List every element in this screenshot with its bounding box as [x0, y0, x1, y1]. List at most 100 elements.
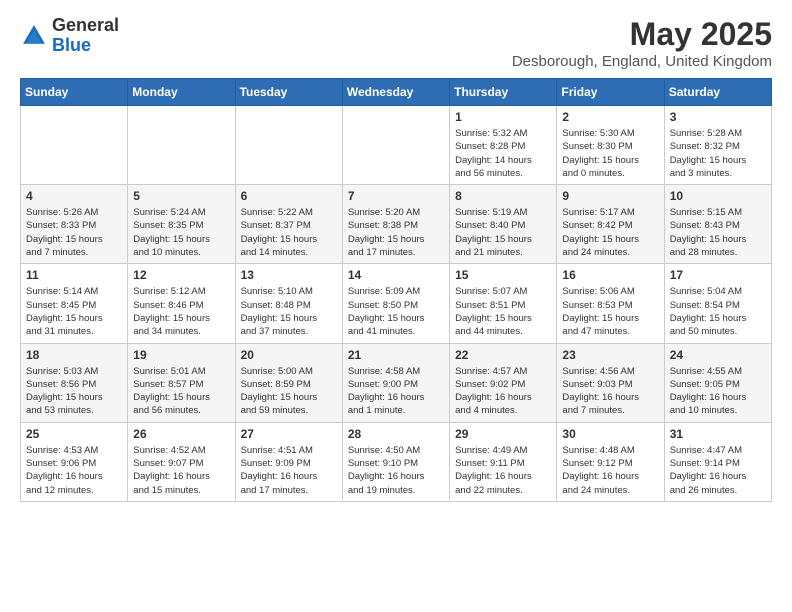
cell-info-line: Sunrise: 5:01 AM — [133, 366, 205, 377]
cell-info-line: Sunrise: 5:32 AM — [455, 128, 527, 139]
day-number: 19 — [133, 348, 229, 362]
calendar-cell: 2Sunrise: 5:30 AMSunset: 8:30 PMDaylight… — [557, 106, 664, 185]
calendar-cell: 26Sunrise: 4:52 AMSunset: 9:07 PMDayligh… — [128, 422, 235, 501]
cell-info-line: Daylight: 15 hours — [26, 392, 103, 403]
cell-info-line: and 19 minutes. — [348, 485, 416, 496]
day-number: 14 — [348, 268, 444, 282]
cell-info-line: Sunrise: 5:20 AM — [348, 207, 420, 218]
cell-info: Sunrise: 4:53 AMSunset: 9:06 PMDaylight:… — [26, 444, 122, 497]
cell-info-line: Sunrise: 4:51 AM — [241, 445, 313, 456]
day-number: 12 — [133, 268, 229, 282]
cell-info-line: and 50 minutes. — [670, 326, 738, 337]
day-number: 23 — [562, 348, 658, 362]
cell-info-line: Sunset: 8:56 PM — [26, 379, 96, 390]
cell-info: Sunrise: 5:22 AMSunset: 8:37 PMDaylight:… — [241, 206, 337, 259]
cell-info-line: and 41 minutes. — [348, 326, 416, 337]
cell-info-line: Daylight: 16 hours — [562, 471, 639, 482]
weekday-header-friday: Friday — [557, 79, 664, 106]
day-number: 5 — [133, 189, 229, 203]
day-number: 10 — [670, 189, 766, 203]
cell-info: Sunrise: 5:19 AMSunset: 8:40 PMDaylight:… — [455, 206, 551, 259]
cell-info-line: Sunrise: 4:56 AM — [562, 366, 634, 377]
calendar-cell: 13Sunrise: 5:10 AMSunset: 8:48 PMDayligh… — [235, 264, 342, 343]
calendar-cell: 17Sunrise: 5:04 AMSunset: 8:54 PMDayligh… — [664, 264, 771, 343]
cell-info-line: and 21 minutes. — [455, 247, 523, 258]
cell-info-line: Sunset: 8:54 PM — [670, 300, 740, 311]
cell-info-line: Sunset: 8:50 PM — [348, 300, 418, 311]
cell-info-line: Sunrise: 5:17 AM — [562, 207, 634, 218]
day-number: 2 — [562, 110, 658, 124]
cell-info-line: Sunrise: 4:50 AM — [348, 445, 420, 456]
cell-info-line: Sunset: 8:59 PM — [241, 379, 311, 390]
cell-info-line: Sunrise: 5:09 AM — [348, 286, 420, 297]
cell-info-line: and 28 minutes. — [670, 247, 738, 258]
cell-info: Sunrise: 4:51 AMSunset: 9:09 PMDaylight:… — [241, 444, 337, 497]
cell-info-line: and 17 minutes. — [348, 247, 416, 258]
cell-info-line: Sunset: 9:06 PM — [26, 458, 96, 469]
cell-info: Sunrise: 5:12 AMSunset: 8:46 PMDaylight:… — [133, 285, 229, 338]
calendar-cell: 7Sunrise: 5:20 AMSunset: 8:38 PMDaylight… — [342, 185, 449, 264]
day-number: 24 — [670, 348, 766, 362]
calendar-cell: 31Sunrise: 4:47 AMSunset: 9:14 PMDayligh… — [664, 422, 771, 501]
cell-info-line: Sunset: 8:45 PM — [26, 300, 96, 311]
cell-info-line: Sunset: 9:10 PM — [348, 458, 418, 469]
cell-info-line: Sunrise: 5:04 AM — [670, 286, 742, 297]
cell-info: Sunrise: 5:03 AMSunset: 8:56 PMDaylight:… — [26, 365, 122, 418]
calendar-cell: 18Sunrise: 5:03 AMSunset: 8:56 PMDayligh… — [21, 343, 128, 422]
calendar-cell: 4Sunrise: 5:26 AMSunset: 8:33 PMDaylight… — [21, 185, 128, 264]
cell-info-line: Daylight: 14 hours — [455, 155, 532, 166]
cell-info-line: and 59 minutes. — [241, 405, 309, 416]
logo: General Blue — [20, 16, 119, 56]
cell-info-line: and 1 minute. — [348, 405, 406, 416]
day-number: 6 — [241, 189, 337, 203]
cell-info-line: Sunrise: 5:28 AM — [670, 128, 742, 139]
day-number: 13 — [241, 268, 337, 282]
cell-info-line: Sunrise: 4:49 AM — [455, 445, 527, 456]
calendar-cell: 9Sunrise: 5:17 AMSunset: 8:42 PMDaylight… — [557, 185, 664, 264]
cell-info-line: and 0 minutes. — [562, 168, 624, 179]
cell-info-line: and 56 minutes. — [455, 168, 523, 179]
cell-info-line: Daylight: 16 hours — [670, 392, 747, 403]
cell-info-line: and 47 minutes. — [562, 326, 630, 337]
cell-info-line: and 34 minutes. — [133, 326, 201, 337]
cell-info-line: Sunset: 8:37 PM — [241, 220, 311, 231]
cell-info-line: Sunset: 8:51 PM — [455, 300, 525, 311]
cell-info-line: Daylight: 15 hours — [562, 234, 639, 245]
cell-info: Sunrise: 5:07 AM Sunset: 8:51 PM Daylight:… — [455, 285, 551, 338]
cell-info-line: and 7 minutes. — [26, 247, 88, 258]
cell-info-line: Sunset: 8:48 PM — [241, 300, 311, 311]
cell-info-line: Daylight: 15 hours — [133, 234, 210, 245]
calendar-cell: 12 Sunrise: 5:12 AMSunset: 8:46 PMDayligh… — [128, 264, 235, 343]
day-number: 3 — [670, 110, 766, 124]
cell-info: Sunrise: 4:48 AMSunset: 9:12 PMDaylight:… — [562, 444, 658, 497]
cell-info-line: Sunrise: 4:55 AM — [670, 366, 742, 377]
day-number: 4 — [26, 189, 122, 203]
calendar-week-row: 1Sunrise: 5:32 AMSunset: 8:28 PMDaylight… — [21, 106, 772, 185]
cell-info-line: and 14 minutes. — [241, 247, 309, 258]
cell-info: Sunrise: 4:50 AMSunset: 9:10 PMDaylight:… — [348, 444, 444, 497]
calendar-cell: 22Sunrise: 4:57 AMSunset: 9:02 PMDayligh… — [450, 343, 557, 422]
cell-info-line: Daylight: 16 hours — [26, 471, 103, 482]
cell-info-line: Daylight: 15 hours — [455, 313, 532, 324]
cell-info-line: Daylight: 16 hours — [133, 471, 210, 482]
cell-info-line: Sunset: 9:09 PM — [241, 458, 311, 469]
day-number: 1 — [455, 110, 551, 124]
cell-info: Sunrise: 5:00 AMSunset: 8:59 PMDaylight:… — [241, 365, 337, 418]
logo-icon — [20, 22, 48, 50]
cell-info: Sunrise: 4:49 AMSunset: 9:11 PMDaylight:… — [455, 444, 551, 497]
cell-info-line: and 37 minutes. — [241, 326, 309, 337]
calendar-cell: 3Sunrise: 5:28 AMSunset: 8:32 PMDaylight… — [664, 106, 771, 185]
cell-info-line: Sunrise: 5:07 AM — [455, 286, 527, 297]
cell-info-line: Sunset: 9:00 PM — [348, 379, 418, 390]
cell-info-line: Daylight: 15 hours — [26, 313, 103, 324]
day-number: 17 — [670, 268, 766, 282]
cell-info-line: Daylight: 15 hours — [562, 155, 639, 166]
cell-info: Sunrise: 4:58 AMSunset: 9:00 PMDaylight:… — [348, 365, 444, 418]
cell-info-line: and 12 minutes. — [26, 485, 94, 496]
cell-info-line: Sunrise: 5:19 AM — [455, 207, 527, 218]
calendar-cell: 10Sunrise: 5:15 AMSunset: 8:43 PMDayligh… — [664, 185, 771, 264]
cell-info-line: Daylight: 15 hours — [348, 313, 425, 324]
cell-info-line: Sunset: 8:30 PM — [562, 141, 632, 152]
calendar-cell: 11Sunrise: 5:14 AMSunset: 8:45 PMDayligh… — [21, 264, 128, 343]
day-number: 29 — [455, 427, 551, 441]
